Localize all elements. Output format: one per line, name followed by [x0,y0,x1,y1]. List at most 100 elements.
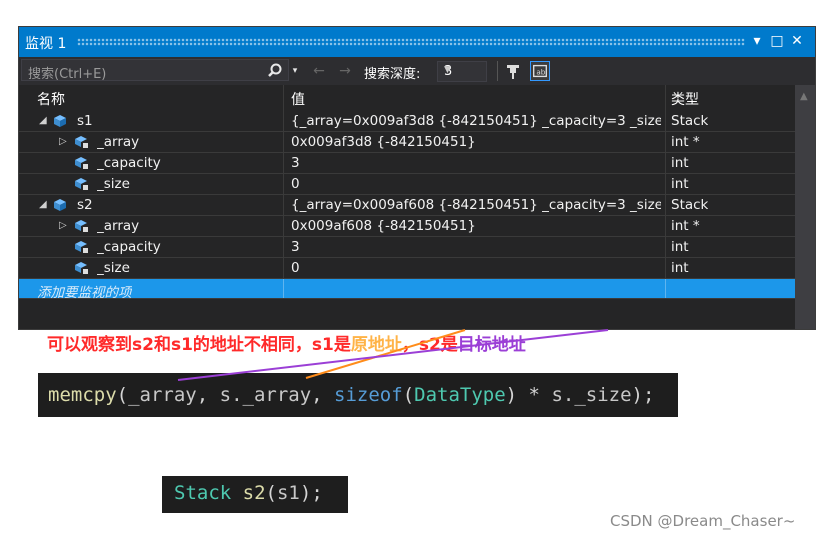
annotation-target-address: 目标地址 [457,335,526,355]
object-cube-icon [54,115,66,127]
copy-constructor-code-snippet: Stack s2(s1); [162,476,348,513]
watch-window: 监视 1 ▾ □ ✕ 搜索(Ctrl+E) ▾ ← → 搜索深度: 3 ▼ ab… [18,26,816,355]
search-depth-label: 搜索深度: [364,67,421,82]
watch-title: 监视 1 [25,36,67,52]
object-cube-icon [54,199,66,211]
collapse-triangle-icon[interactable]: ◢ [39,115,49,127]
close-icon[interactable]: ✕ [787,31,807,51]
watch-name: _size [97,176,130,192]
watch-type: int [671,176,689,192]
field-lock-icon [75,136,88,148]
hex-display-icon[interactable]: ab [530,61,550,81]
field-lock-icon [75,262,88,274]
search-forward-icon[interactable]: → [335,61,355,81]
annotation-part-1: 可以观察到s2和s1的地址不相同，s1是 [47,335,351,355]
field-lock-icon [75,178,88,190]
watch-name: _capacity [97,239,161,255]
expand-triangle-icon[interactable]: ▷ [59,220,69,232]
watch-name: _size [97,260,130,276]
code-object: s. [551,384,575,406]
watch-value: 0 [291,176,300,192]
chevron-down-icon: ▼ [444,65,451,75]
watch-type: Stack [671,113,709,129]
table-row[interactable]: _capacity 3 int [19,237,795,258]
field-lock-icon [75,157,88,169]
window-menu-dropdown-icon[interactable]: ▾ [747,31,767,51]
table-row[interactable]: ▷ _array 0x009af608 {-842150451} int * [19,216,795,237]
code-punct: ( [402,384,415,406]
code-keyword: sizeof [334,384,403,406]
annotation-source-address: 原地址 [350,335,402,355]
watch-name: _array [97,134,140,150]
search-placeholder: 搜索(Ctrl+E) [28,67,107,82]
code-member: _size [574,384,632,406]
code-arg-dest: _array [128,384,197,406]
search-input[interactable]: 搜索(Ctrl+E) [21,59,289,82]
code-object: s. [219,384,243,406]
column-header-value[interactable]: 值 [291,89,305,109]
watch-value: 3 [291,239,300,255]
watch-value: 0x009af608 {-842150451} [291,218,476,234]
watch-value: 0x009af3d8 {-842150451} [291,134,476,150]
code-punct: , [196,384,220,406]
code-function: memcpy [48,384,117,406]
watch-name: s2 [77,197,93,213]
expand-triangle-icon[interactable]: ▷ [59,136,69,148]
code-variable: s2 [231,482,266,504]
watch-name: _capacity [97,155,161,171]
search-options-chevron-icon[interactable]: ▾ [285,61,305,81]
add-watch-placeholder: 添加要监视的项 [37,285,132,301]
code-punct: ( [116,384,129,406]
code-arg: s1 [276,482,300,504]
table-row[interactable]: ▷ _array 0x009af3d8 {-842150451} int * [19,132,795,153]
watch-toolbar: 搜索(Ctrl+E) ▾ ← → 搜索深度: 3 ▼ ab [19,57,815,85]
search-icon[interactable] [266,62,284,80]
scroll-up-icon[interactable]: ▲ [800,91,808,102]
code-type: DataType [414,384,506,406]
watch-type: int [671,239,689,255]
field-lock-icon [75,220,88,232]
watch-type: int * [671,218,700,234]
collapse-triangle-icon[interactable]: ◢ [39,199,49,211]
table-row[interactable]: ◢ s2 {_array=0x009af608 {-842150451} _ca… [19,195,795,216]
watch-value: {_array=0x009af3d8 {-842150451} _capacit… [291,113,661,129]
code-type: Stack [174,482,232,504]
table-row[interactable]: ◢ s1 {_array=0x009af3d8 {-842150451} _ca… [19,111,795,132]
table-row[interactable]: _capacity 3 int [19,153,795,174]
code-punct: ( [265,482,277,504]
column-header-name[interactable]: 名称 [37,89,65,109]
column-header-type[interactable]: 类型 [671,89,699,109]
code-punct: ) [505,384,518,406]
vertical-scrollbar[interactable]: ▲ [795,85,815,329]
code-punct: , [311,384,335,406]
table-row[interactable]: _size 0 int [19,174,795,195]
search-depth-select[interactable]: 3 ▼ [437,61,487,82]
watch-name: _array [97,218,140,234]
pin-icon[interactable] [503,61,523,81]
watch-value: 0 [291,260,300,276]
watch-value: {_array=0x009af608 {-842150451} _capacit… [291,197,661,213]
watch-type: int [671,260,689,276]
code-arg-src: _array [242,384,312,406]
memcpy-code-snippet: memcpy(_array, s._array, sizeof(DataType… [38,373,678,417]
annotation-part-3: ，s2是 [401,335,458,355]
annotation-text: 可以观察到s2和s1的地址不相同，s1是原地址，s2是目标地址 [47,330,526,355]
field-lock-icon [75,241,88,253]
table-row[interactable]: _size 0 int [19,258,795,279]
code-punct: ); [299,482,323,504]
maximize-icon[interactable]: □ [767,31,787,51]
titlebar-grip[interactable] [77,38,745,46]
toolbar-divider [497,61,498,81]
grid-header: 名称 值 类型 [19,85,795,111]
svg-text:ab: ab [536,68,545,77]
search-back-icon[interactable]: ← [309,61,329,81]
watermark: CSDN @Dream_Chaser~ [610,512,796,530]
watch-type: int * [671,134,700,150]
watch-name: s1 [77,113,93,129]
watch-type: int [671,155,689,171]
watch-titlebar: 监视 1 ▾ □ ✕ [19,27,815,57]
code-operator: * [517,384,552,406]
add-watch-row[interactable]: 添加要监视的项 [19,279,795,301]
code-punct: ); [631,384,655,406]
watch-type: Stack [671,197,709,213]
